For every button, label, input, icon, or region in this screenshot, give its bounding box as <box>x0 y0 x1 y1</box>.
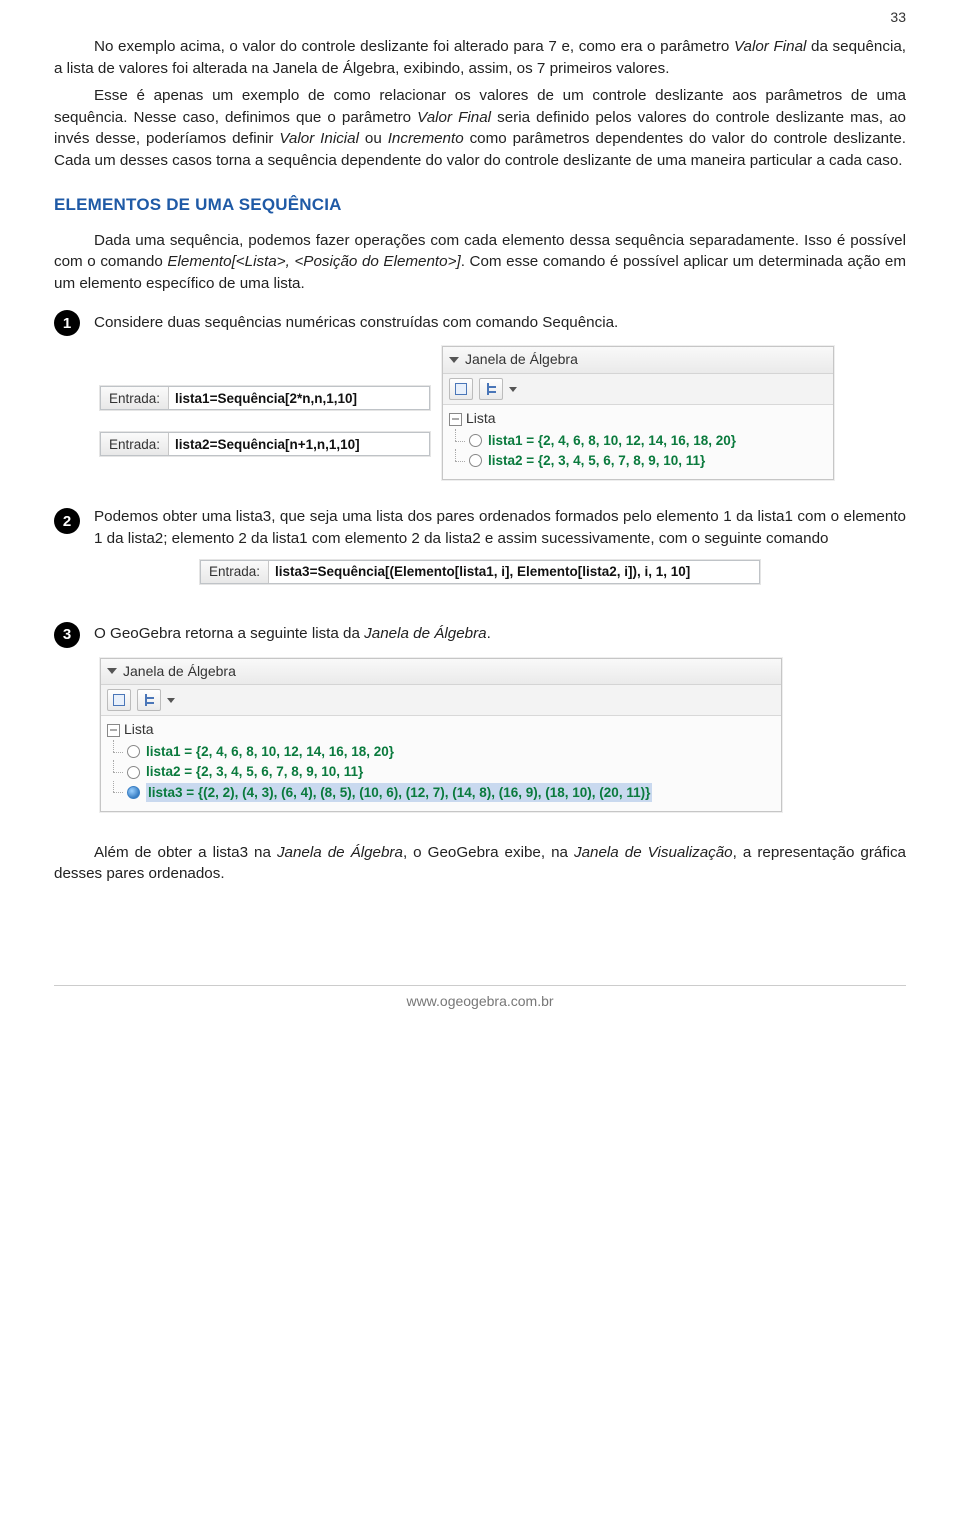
tree-view: Lista lista1 = {2, 4, 6, 8, 10, 12, 14, … <box>101 716 781 810</box>
step-1-text: Considere duas sequências numéricas cons… <box>94 312 906 334</box>
page-number: 33 <box>890 8 906 28</box>
intro-paragraph-2: Esse é apenas um exemplo de como relacio… <box>54 85 906 171</box>
chevron-down-icon <box>509 387 517 392</box>
tree-item-lista2[interactable]: lista2 = {2, 3, 4, 5, 6, 7, 8, 9, 10, 11… <box>107 762 775 781</box>
text: No exemplo acima, o valor do controle de… <box>94 38 734 55</box>
panel-title-text: Janela de Álgebra <box>123 662 236 682</box>
term-janela-algebra: Janela de Álgebra <box>277 844 403 861</box>
section-heading: ELEMENTOS DE UMA SEQUÊNCIA <box>54 193 906 217</box>
step-1: 1 Considere duas sequências numéricas co… <box>54 308 906 336</box>
input-label: Entrada: <box>201 561 269 583</box>
tree-root[interactable]: Lista <box>107 720 775 740</box>
toolbar-button-grid[interactable] <box>107 689 131 711</box>
input-bar-1: Entrada: <box>100 386 430 410</box>
tree-item-text: lista3 = {(2, 2), (4, 3), (6, 4), (8, 5)… <box>146 783 652 802</box>
visibility-toggle-icon[interactable] <box>127 745 140 758</box>
input-bar-2: Entrada: <box>100 432 430 456</box>
term-janela-visualizacao: Janela de Visualização <box>574 844 733 861</box>
tree-item-text: lista2 = {2, 3, 4, 5, 6, 7, 8, 9, 10, 11… <box>488 451 705 470</box>
term-janela-algebra: Janela de Álgebra <box>364 625 486 642</box>
step-badge-2: 2 <box>54 508 80 534</box>
minus-icon <box>449 413 462 426</box>
term-valor-final: Valor Final <box>417 109 491 126</box>
collapse-icon <box>449 357 459 363</box>
minus-icon <box>107 724 120 737</box>
visibility-toggle-icon[interactable] <box>127 766 140 779</box>
tree-root-label: Lista <box>466 409 496 429</box>
visibility-toggle-icon[interactable] <box>469 454 482 467</box>
tree-guide <box>113 781 114 793</box>
intro-paragraph-1: No exemplo acima, o valor do controle de… <box>54 36 906 79</box>
tree-guide <box>455 449 456 461</box>
term-valor-final: Valor Final <box>734 38 806 55</box>
visibility-toggle-icon[interactable] <box>469 434 482 447</box>
tree-icon <box>485 383 497 395</box>
toolbar-button-tree[interactable] <box>479 378 503 400</box>
tree-guide <box>113 740 114 752</box>
closing-paragraph: Além de obter a lista3 na Janela de Álge… <box>54 842 906 885</box>
tree-root[interactable]: Lista <box>449 409 827 429</box>
page-footer: www.ogeogebra.com.br <box>54 985 906 1012</box>
chevron-down-icon <box>167 698 175 703</box>
input-field-lista3[interactable] <box>269 561 759 583</box>
input-label: Entrada: <box>101 387 169 409</box>
step-2-text: Podemos obter uma lista3, que seja uma l… <box>94 506 906 549</box>
command-elemento: Elemento[<Lista>, <Posição do Elemento>] <box>167 253 460 270</box>
tree-item-lista2[interactable]: lista2 = {2, 3, 4, 5, 6, 7, 8, 9, 10, 11… <box>449 451 827 470</box>
input-label: Entrada: <box>101 433 169 455</box>
step-3-text: O GeoGebra retorna a seguinte lista da J… <box>94 623 906 645</box>
step-badge-1: 1 <box>54 310 80 336</box>
term-incremento: Incremento <box>388 130 464 147</box>
panel-toolbar <box>443 374 833 405</box>
text: O GeoGebra retorna a seguinte lista da <box>94 625 364 642</box>
panel-toolbar <box>101 685 781 716</box>
tree-guide <box>113 760 114 772</box>
algebra-panel-2: Janela de Álgebra Lista lista1 = {2, 4, … <box>100 658 782 812</box>
visibility-toggle-icon[interactable] <box>127 786 140 799</box>
text: , o GeoGebra exibe, na <box>403 844 574 861</box>
panel-title-text: Janela de Álgebra <box>465 350 578 370</box>
panel-title-bar[interactable]: Janela de Álgebra <box>443 347 833 374</box>
input-column: Entrada: Entrada: <box>100 346 430 480</box>
step-2: 2 Podemos obter uma lista3, que seja uma… <box>54 506 906 549</box>
step-2-figure: Entrada: <box>54 560 906 584</box>
section-intro: Dada uma sequência, podemos fazer operaç… <box>54 230 906 295</box>
collapse-icon <box>107 668 117 674</box>
tree-item-text: lista1 = {2, 4, 6, 8, 10, 12, 14, 16, 18… <box>488 431 736 450</box>
tree-item-lista1[interactable]: lista1 = {2, 4, 6, 8, 10, 12, 14, 16, 18… <box>449 431 827 450</box>
tree-guide <box>455 429 456 441</box>
text: Além de obter a lista3 na <box>94 844 277 861</box>
tree-item-text: lista2 = {2, 3, 4, 5, 6, 7, 8, 9, 10, 11… <box>146 762 363 781</box>
text: . <box>487 625 491 642</box>
step-3: 3 O GeoGebra retorna a seguinte lista da… <box>54 620 906 648</box>
step-1-figure: Entrada: Entrada: Janela de Álgebra List… <box>100 346 906 480</box>
grid-icon <box>113 694 125 706</box>
toolbar-button-grid[interactable] <box>449 378 473 400</box>
tree-view: Lista lista1 = {2, 4, 6, 8, 10, 12, 14, … <box>443 405 833 479</box>
tree-root-label: Lista <box>124 720 154 740</box>
tree-item-lista3[interactable]: lista3 = {(2, 2), (4, 3), (6, 4), (8, 5)… <box>107 783 775 802</box>
tree-icon <box>143 694 155 706</box>
input-bar-3: Entrada: <box>200 560 760 584</box>
grid-icon <box>455 383 467 395</box>
tree-item-text: lista1 = {2, 4, 6, 8, 10, 12, 14, 16, 18… <box>146 742 394 761</box>
text: ou <box>359 130 388 147</box>
panel-title-bar[interactable]: Janela de Álgebra <box>101 659 781 686</box>
input-field-lista2[interactable] <box>169 433 429 455</box>
input-field-lista1[interactable] <box>169 387 429 409</box>
algebra-panel-1: Janela de Álgebra Lista lista1 = {2, 4, … <box>442 346 834 480</box>
toolbar-button-tree[interactable] <box>137 689 161 711</box>
tree-item-lista1[interactable]: lista1 = {2, 4, 6, 8, 10, 12, 14, 16, 18… <box>107 742 775 761</box>
step-badge-3: 3 <box>54 622 80 648</box>
term-valor-inicial: Valor Inicial <box>279 130 359 147</box>
